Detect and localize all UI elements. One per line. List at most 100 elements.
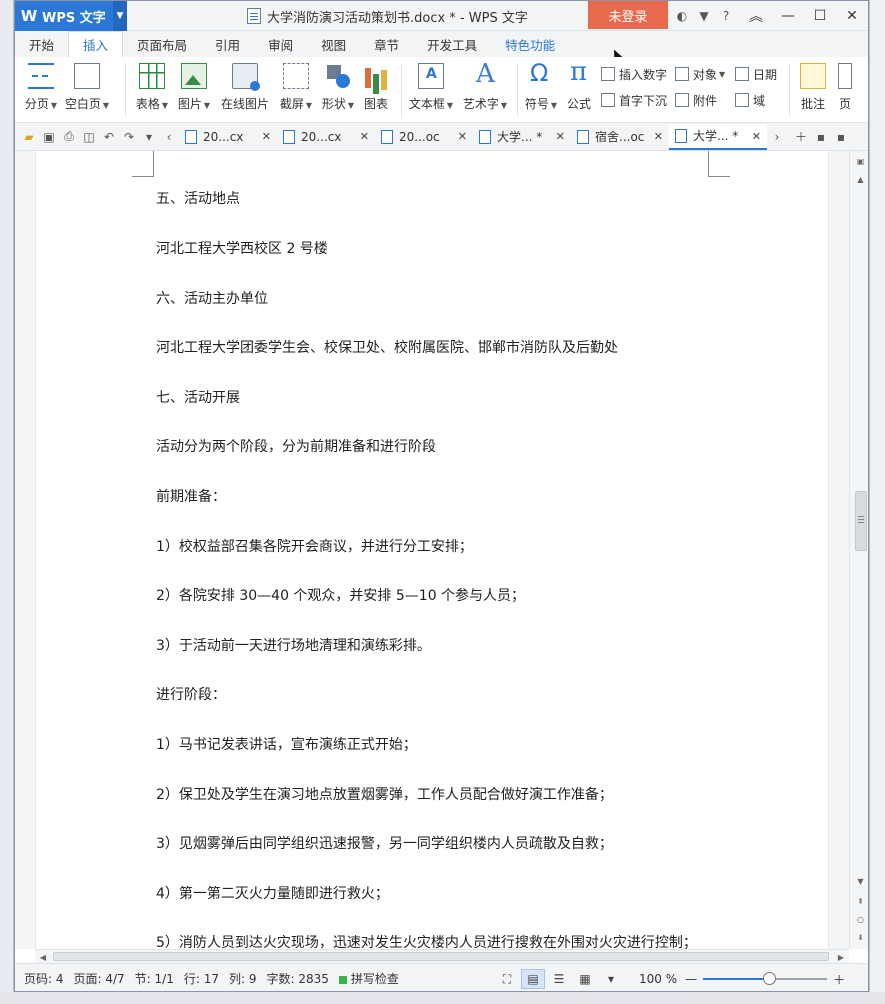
drop-cap-button[interactable]: 首字下沉 bbox=[601, 87, 667, 113]
zoom-slider-knob[interactable] bbox=[763, 972, 777, 985]
outline-view-icon[interactable]: ☰ bbox=[547, 969, 571, 989]
previous-page-icon[interactable]: ⇞ bbox=[850, 893, 868, 909]
close-tab-icon[interactable]: ✕ bbox=[360, 130, 369, 143]
tabs-scroll-left-icon[interactable]: ‹ bbox=[159, 127, 179, 147]
picture-button[interactable]: 图片 ▼ bbox=[173, 61, 215, 117]
tab-list-icon[interactable]: ▪ bbox=[811, 127, 831, 147]
paragraph[interactable]: 4）第一第二灭火力量随即进行救火； bbox=[156, 884, 389, 904]
horizontal-scrollbar[interactable]: ◀ ▶ bbox=[35, 949, 849, 963]
heading-section-6[interactable]: 六、活动主办单位 bbox=[156, 289, 268, 309]
save-icon[interactable]: ▣ bbox=[39, 127, 59, 147]
tab-developer[interactable]: 开发工具 bbox=[413, 31, 491, 57]
table-button[interactable]: 表格 ▼ bbox=[131, 61, 173, 117]
zoom-out-icon[interactable]: — bbox=[685, 972, 697, 986]
close-tab-icon[interactable]: ✕ bbox=[262, 130, 271, 143]
browse-object-icon[interactable]: ○ bbox=[850, 911, 868, 927]
paragraph[interactable]: 2）各院安排 30—40 个观众，并安排 5—10 个参与人员； bbox=[156, 586, 525, 606]
print-preview-icon[interactable]: ◫ bbox=[79, 127, 99, 147]
collapse-ribbon-icon[interactable]: ︽ bbox=[740, 1, 772, 31]
tab-special-features[interactable]: 特色功能 bbox=[491, 31, 569, 57]
split-view-icon[interactable]: ▣ bbox=[850, 153, 868, 169]
tab-insert[interactable]: 插入 bbox=[68, 31, 124, 57]
tab-home[interactable]: 开始 bbox=[15, 31, 68, 57]
heading-section-5[interactable]: 五、活动地点 bbox=[156, 189, 240, 209]
paragraph[interactable]: 5）消防人员到达火灾现场，迅速对发生火灾楼内人员进行搜救在外围对火灾进行控制； bbox=[156, 933, 697, 949]
paragraph[interactable]: 2）保卫处及学生在演习地点放置烟雾弹，工作人员配合做好演工作准备； bbox=[156, 785, 613, 805]
page-view-icon[interactable]: ▤ bbox=[521, 969, 545, 989]
tab-view[interactable]: 视图 bbox=[307, 31, 360, 57]
tabs-scroll-right-icon[interactable]: › bbox=[767, 127, 787, 147]
insert-number-button[interactable]: 插入数字 bbox=[601, 61, 667, 87]
close-tab-icon[interactable]: ✕ bbox=[752, 130, 761, 143]
print-icon[interactable]: ⎙ bbox=[59, 127, 79, 147]
tab-review[interactable]: 审阅 bbox=[254, 31, 307, 57]
formula-button[interactable]: 公式 bbox=[561, 57, 597, 117]
paragraph[interactable]: 1）马书记发表讲话，宣布演练正式开始； bbox=[156, 735, 417, 755]
status-word-count[interactable]: 字数: 2835 bbox=[261, 970, 333, 987]
open-folder-icon[interactable]: ▰ bbox=[19, 127, 39, 147]
skin-icon[interactable]: ◐ bbox=[671, 9, 693, 23]
close-tab-icon[interactable]: ✕ bbox=[556, 130, 565, 143]
status-page-number[interactable]: 页码: 4 bbox=[19, 970, 69, 987]
app-menu-chevron-icon[interactable]: ▼ bbox=[113, 1, 127, 31]
login-button[interactable]: 未登录 bbox=[588, 1, 668, 29]
tab-page-layout[interactable]: 页面布局 bbox=[123, 31, 201, 57]
screenshot-button[interactable]: 截屏 ▼ bbox=[275, 61, 317, 117]
spell-check-toggle[interactable]: 拼写检查 bbox=[334, 970, 404, 987]
scroll-up-arrow-icon[interactable]: ▲ bbox=[850, 171, 868, 187]
vertical-scrollbar[interactable]: ▣ ▲ ▼ ⇞ ○ ⇟ bbox=[849, 151, 868, 949]
symbol-button[interactable]: 符号▼ bbox=[521, 59, 561, 117]
paragraph[interactable]: 前期准备： bbox=[156, 487, 226, 507]
comment-button[interactable]: 批注 bbox=[793, 61, 833, 117]
doc-tab[interactable]: 20...cx ✕ bbox=[277, 124, 375, 150]
paragraph[interactable]: 河北工程大学团委学生会、校保卫处、校附属医院、邯郸市消防队及后勤处 bbox=[156, 338, 618, 358]
tab-references[interactable]: 引用 bbox=[201, 31, 254, 57]
tab-section[interactable]: 章节 bbox=[360, 31, 413, 57]
web-view-icon[interactable]: ▦ bbox=[573, 969, 597, 989]
heading-section-7[interactable]: 七、活动开展 bbox=[156, 388, 240, 408]
blank-page-button[interactable]: 空白页 ▼ bbox=[61, 61, 113, 117]
zoom-slider[interactable] bbox=[703, 972, 828, 985]
scroll-down-arrow-icon[interactable]: ▼ bbox=[850, 873, 868, 889]
attachment-button[interactable]: 附件 bbox=[675, 87, 725, 113]
customize-dropdown-icon[interactable]: ▾ bbox=[139, 127, 159, 147]
zoom-percentage[interactable]: 100 % bbox=[639, 972, 677, 986]
paragraph[interactable]: 进行阶段： bbox=[156, 685, 226, 705]
undo-icon[interactable]: ↶ bbox=[99, 127, 119, 147]
field-button[interactable]: 域 bbox=[735, 87, 777, 113]
online-picture-button[interactable]: 在线图片 bbox=[215, 61, 275, 117]
doc-tab-active[interactable]: 大学... * ✕ bbox=[669, 123, 767, 150]
close-tab-icon[interactable]: ✕ bbox=[654, 130, 663, 143]
shirt-icon[interactable]: ▼ bbox=[693, 9, 715, 23]
textbox-button[interactable]: 文本框▼ bbox=[405, 61, 457, 117]
object-button[interactable]: 对象 ▼ bbox=[675, 61, 725, 87]
close-tab-icon[interactable]: ✕ bbox=[458, 130, 467, 143]
vertical-scroll-thumb[interactable] bbox=[855, 491, 867, 551]
next-page-icon[interactable]: ⇟ bbox=[850, 929, 868, 945]
doc-tab[interactable]: 大学... * ✕ bbox=[473, 124, 571, 150]
doc-tab[interactable]: 宿舍...oc ✕ bbox=[571, 124, 669, 150]
document-area[interactable]: 五、活动地点 河北工程大学西校区 2 号楼 六、活动主办单位 河北工程大学团委学… bbox=[15, 151, 849, 949]
paragraph[interactable]: 河北工程大学西校区 2 号楼 bbox=[156, 239, 328, 259]
paragraph[interactable]: 3）见烟雾弹后由同学组织迅速报警，另一同学组织楼内人员疏散及自救； bbox=[156, 834, 613, 854]
document-page[interactable]: 五、活动地点 河北工程大学西校区 2 号楼 六、活动主办单位 河北工程大学团委学… bbox=[35, 151, 829, 949]
reading-view-icon[interactable]: ▾ bbox=[599, 969, 623, 989]
doc-tab[interactable]: 20...cx ✕ bbox=[179, 124, 277, 150]
close-button[interactable]: ✕ bbox=[836, 1, 868, 31]
scroll-left-arrow-icon[interactable]: ◀ bbox=[35, 950, 51, 964]
wordart-button[interactable]: 艺术字▼ bbox=[457, 59, 513, 117]
page-partial-button[interactable]: 页 bbox=[833, 61, 857, 117]
shape-button[interactable]: 形状 ▼ bbox=[317, 61, 359, 117]
paragraph[interactable]: 活动分为两个阶段，分为前期准备和进行阶段 bbox=[156, 437, 436, 457]
paragraph[interactable]: 1）校权益部召集各院开会商议，并进行分工安排； bbox=[156, 537, 473, 557]
app-menu-button[interactable]: W WPS 文字 ▼ bbox=[15, 1, 127, 31]
tab-switch-icon[interactable]: ▪ bbox=[831, 127, 851, 147]
full-screen-view-icon[interactable]: ⛶ bbox=[495, 969, 519, 989]
minimize-button[interactable]: — bbox=[772, 1, 804, 31]
help-icon[interactable]: ? bbox=[715, 9, 737, 23]
redo-icon[interactable]: ↷ bbox=[119, 127, 139, 147]
date-button[interactable]: 日期 bbox=[735, 61, 777, 87]
chart-button[interactable]: 图表 bbox=[359, 61, 393, 117]
new-tab-icon[interactable]: ＋ bbox=[791, 127, 811, 147]
page-break-button[interactable]: 分页 ▼ bbox=[21, 61, 61, 117]
